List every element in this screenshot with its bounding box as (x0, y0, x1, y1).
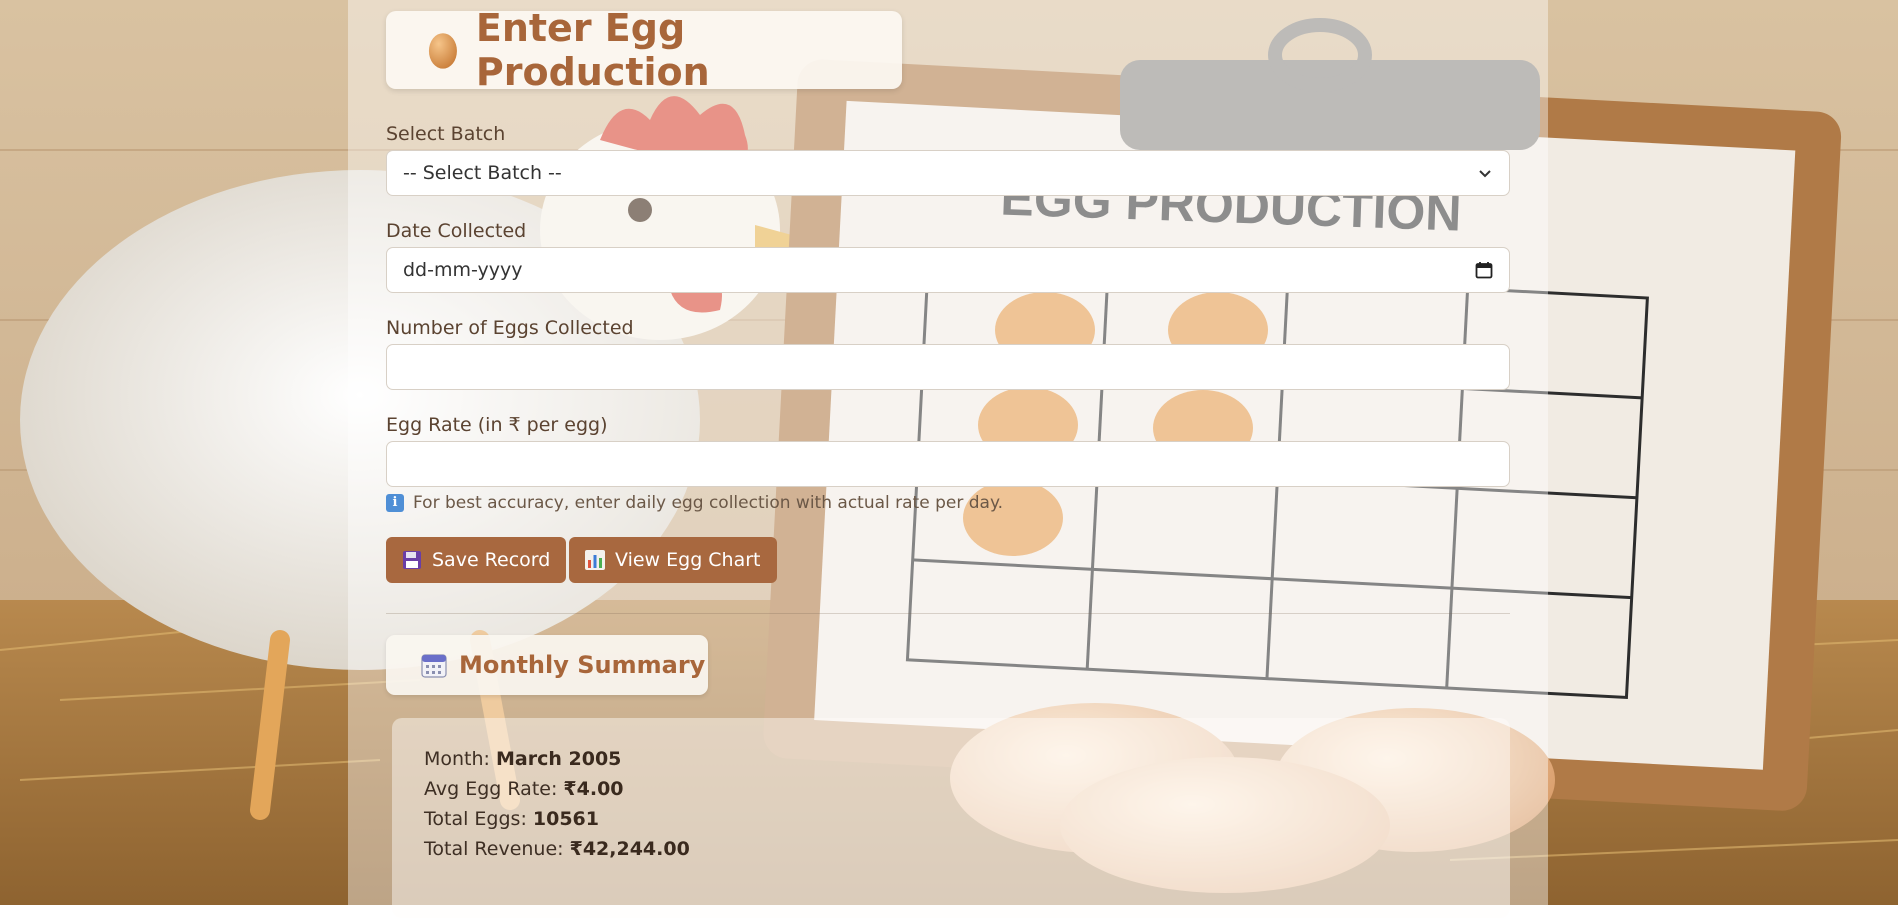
hint-text: For best accuracy, enter daily egg colle… (413, 493, 1003, 513)
date-field[interactable]: dd-mm-yyyy (386, 247, 1510, 293)
save-record-button[interactable]: Save Record (386, 537, 567, 583)
bar-chart-icon (585, 550, 605, 570)
summary-revenue-value: ₹42,244.00 (569, 838, 690, 860)
summary-eggs-value: 10561 (532, 808, 599, 830)
summary-eggs: Total Eggs: 10561 (424, 808, 599, 830)
rate-input[interactable] (386, 441, 1510, 487)
view-egg-chart-label: View Egg Chart (615, 549, 761, 571)
summary-month-value: March 2005 (496, 748, 622, 770)
info-icon: i (386, 494, 404, 512)
calendar-icon (421, 654, 447, 678)
egg-icon (428, 33, 457, 69)
batch-select[interactable]: -- Select Batch -- (386, 150, 1510, 196)
page-title: Enter Egg Production (475, 6, 710, 94)
batch-select-value: -- Select Batch -- (403, 162, 562, 184)
summary-title: Monthly Summary (459, 651, 706, 679)
batch-label: Select Batch (386, 123, 506, 145)
summary-rate: Avg Egg Rate: ₹4.00 (424, 778, 624, 800)
summary-rate-label: Avg Egg Rate: (424, 778, 558, 800)
summary-revenue: Total Revenue: ₹42,244.00 (424, 838, 690, 860)
hint-text-row: i For best accuracy, enter daily egg col… (386, 493, 1003, 513)
view-egg-chart-button[interactable]: View Egg Chart (569, 537, 777, 583)
eggs-input[interactable] (386, 344, 1510, 390)
summary-eggs-label: Total Eggs: (424, 808, 527, 830)
section-divider (386, 613, 1510, 614)
summary-rate-value: ₹4.00 (563, 778, 624, 800)
summary-title-card: Monthly Summary (386, 635, 708, 695)
date-placeholder: dd-mm-yyyy (403, 259, 523, 281)
date-label: Date Collected (386, 220, 527, 242)
calendar-icon[interactable] (1475, 261, 1493, 279)
floppy-disk-icon (403, 551, 421, 569)
summary-revenue-label: Total Revenue: (424, 838, 564, 860)
rate-label: Egg Rate (in ₹ per egg) (386, 414, 608, 436)
page-title-card: Enter Egg Production (386, 6, 902, 94)
chevron-down-icon (1479, 170, 1491, 178)
eggs-label: Number of Eggs Collected (386, 317, 634, 339)
save-record-label: Save Record (432, 549, 551, 571)
summary-month: Month: March 2005 (424, 748, 621, 770)
summary-box: Month: March 2005 Avg Egg Rate: ₹4.00 To… (392, 718, 1510, 918)
summary-month-label: Month: (424, 748, 490, 770)
